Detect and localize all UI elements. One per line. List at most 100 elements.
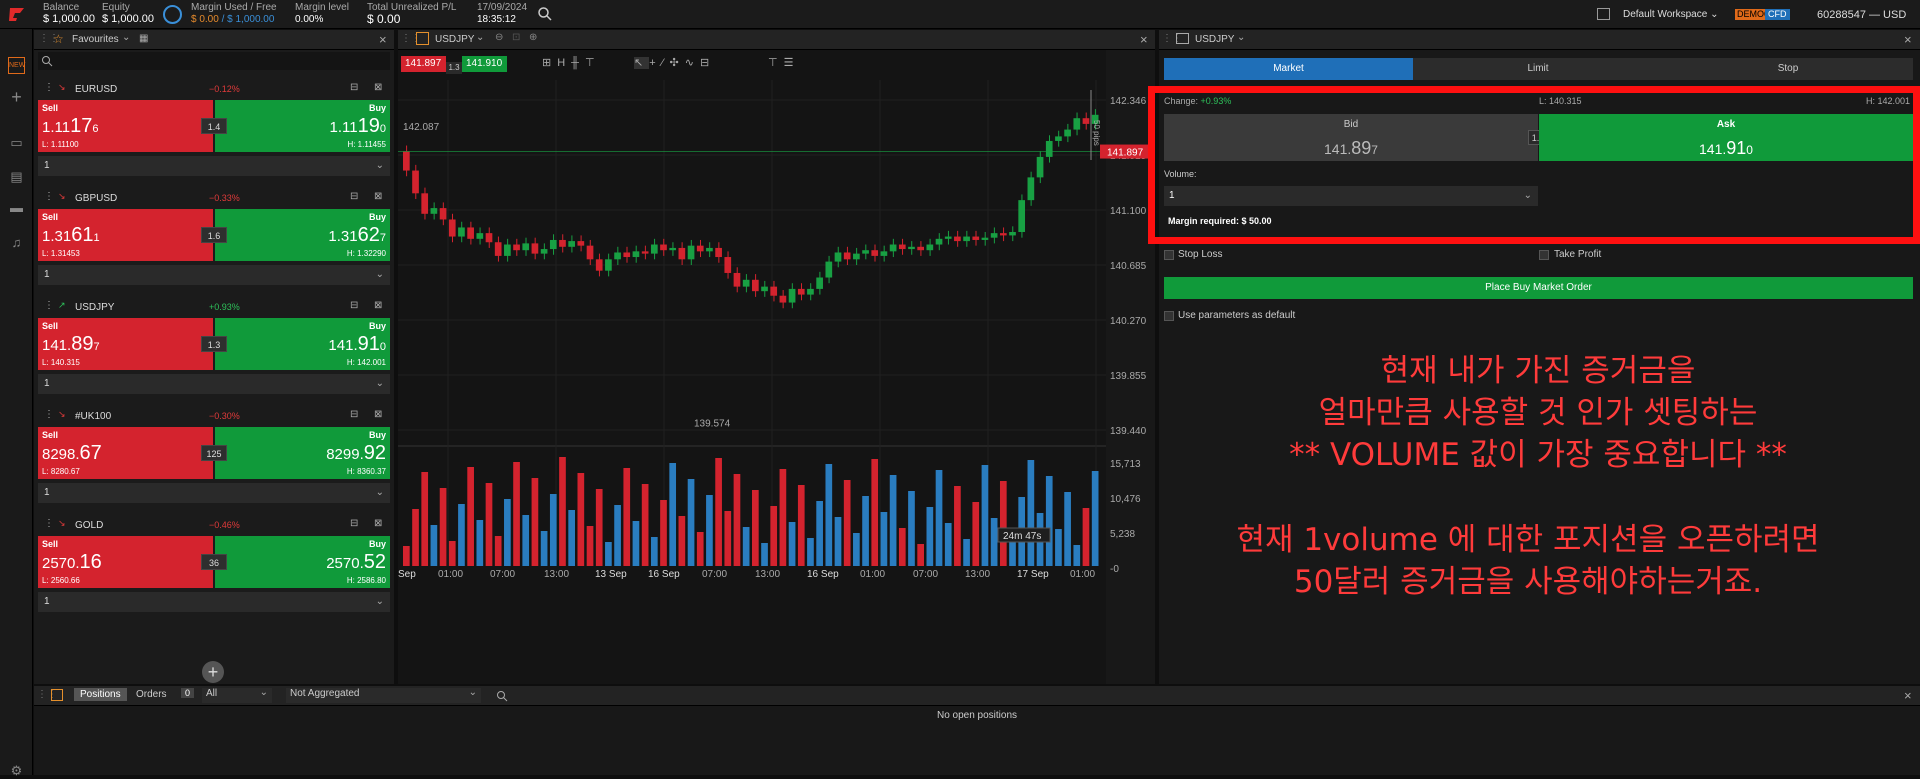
bell-icon[interactable]: ♫ xyxy=(8,234,25,251)
candle xyxy=(954,236,961,242)
chart-icon[interactable]: ⊟ xyxy=(350,518,358,529)
close-icon[interactable]: × xyxy=(1904,688,1912,703)
quantity-select[interactable]: 1 ⌄ xyxy=(38,265,390,285)
candle xyxy=(614,252,621,260)
tab-stop[interactable]: Stop xyxy=(1663,58,1913,80)
symbol-label[interactable]: EURUSD xyxy=(75,84,117,95)
more-options-icon[interactable]: ⋮ xyxy=(44,518,54,529)
sell-label: Sell xyxy=(42,103,59,113)
price-chart[interactable]: 142.346141.515141.100140.685140.270139.8… xyxy=(398,50,1155,684)
quantity-select[interactable]: 1 ⌄ xyxy=(38,483,390,503)
settings-icon[interactable]: ⚙ xyxy=(8,762,25,779)
symbol-label[interactable]: USDJPY xyxy=(75,302,114,313)
candle xyxy=(1027,177,1035,201)
stop-loss-checkbox[interactable] xyxy=(1164,250,1174,260)
take-profit-checkbox[interactable] xyxy=(1539,250,1549,260)
chart-type-icon[interactable] xyxy=(416,32,429,45)
more-options-icon[interactable]: ⋮ xyxy=(44,409,54,420)
watchlist-item[interactable]: ⋮ ↘ #UK100 −0.30% ⊟ ⊠ Sell 8298.67 L: 82… xyxy=(38,407,390,515)
place-order-button[interactable]: Place Buy Market Order xyxy=(1164,277,1913,299)
minimize-icon[interactable]: ⊖ xyxy=(495,32,503,43)
news-icon[interactable]: ▤ xyxy=(8,168,25,185)
chart-icon[interactable]: ⊟ xyxy=(350,409,358,420)
order-symbol[interactable]: USDJPY xyxy=(1195,34,1234,45)
restore-icon[interactable]: ⊡ xyxy=(512,32,520,43)
add-symbol-button[interactable]: + xyxy=(202,661,224,683)
volume-bar xyxy=(476,520,484,566)
tab-limit[interactable]: Limit xyxy=(1413,58,1663,80)
buy-button[interactable]: Buy 1.11190 H: 1.11455 xyxy=(215,100,390,152)
stop-loss-label[interactable]: Stop Loss xyxy=(1178,249,1222,260)
order-icon[interactable]: ⊠ xyxy=(374,82,382,93)
filter-select[interactable]: All ⌄ xyxy=(202,687,272,703)
chevron-down-icon[interactable]: ⌄ xyxy=(122,32,130,43)
chart-symbol[interactable]: USDJPY xyxy=(435,34,474,45)
order-icon[interactable]: ⊠ xyxy=(374,300,382,311)
symbol-label[interactable]: GOLD xyxy=(75,520,103,531)
order-icon[interactable]: ⊠ xyxy=(374,409,382,420)
add-chart-icon[interactable]: ⊕ xyxy=(529,32,537,43)
buy-price-pip: 7 xyxy=(379,232,386,244)
watchlist-item[interactable]: ⋮ ↘ GBPUSD −0.33% ⊟ ⊠ Sell 1.31611 L: 1.… xyxy=(38,189,390,297)
chart-icon[interactable]: ⊟ xyxy=(350,82,358,93)
new-icon[interactable]: NEW xyxy=(8,57,25,74)
buy-button[interactable]: Buy 1.31627 H: 1.32290 xyxy=(215,209,390,261)
grid-view-icon[interactable]: ▦ xyxy=(139,33,148,44)
buy-button[interactable]: Buy 8299.92 H: 8360.37 xyxy=(215,427,390,479)
candle xyxy=(807,288,814,295)
watchlist-search-bar[interactable] xyxy=(38,52,390,70)
quantity-select[interactable]: 1 ⌄ xyxy=(38,374,390,394)
tab-market[interactable]: Market xyxy=(1164,58,1413,80)
watchlist-item[interactable]: ⋮ ↘ EURUSD −0.12% ⊟ ⊠ Sell 1.11176 L: 1.… xyxy=(38,80,390,188)
watchlist-title[interactable]: Favourites xyxy=(72,34,119,45)
volume-bar xyxy=(963,539,970,566)
watchlist-item[interactable]: ⋮ ↗ USDJPY +0.93% ⊟ ⊠ Sell 141.897 L: 14… xyxy=(38,298,390,406)
workspace-selector[interactable]: Default Workspace ⌄ xyxy=(1623,9,1718,20)
order-icon[interactable]: ⊠ xyxy=(374,518,382,529)
high-price: H: 8360.37 xyxy=(346,467,386,476)
quantity-select[interactable]: 1 ⌄ xyxy=(38,592,390,612)
close-icon[interactable]: × xyxy=(1904,32,1912,47)
order-icon[interactable]: ⊠ xyxy=(374,191,382,202)
sell-button[interactable]: Sell 2570.16 L: 2560.66 xyxy=(38,536,213,588)
more-options-icon[interactable]: ⋮ xyxy=(44,300,54,311)
margin-free-value: / $ 1,000.00 xyxy=(221,14,275,25)
workspace-icon[interactable] xyxy=(1597,8,1610,20)
tab-orders[interactable]: Orders xyxy=(136,689,167,700)
more-options-icon[interactable]: ⋮ xyxy=(44,191,54,202)
sell-button[interactable]: Sell 1.11176 L: 1.11100 xyxy=(38,100,213,152)
sell-button[interactable]: Sell 1.31611 L: 1.31453 xyxy=(38,209,213,261)
x-tick-label: 01:00 xyxy=(438,569,463,580)
buy-button[interactable]: Buy 141.910 H: 142.001 xyxy=(215,318,390,370)
chevron-down-icon[interactable]: ⌄ xyxy=(1237,32,1245,43)
take-profit-label[interactable]: Take Profit xyxy=(1554,249,1601,260)
account-selector[interactable]: 60288547 — USD xyxy=(1817,9,1906,21)
app-logo-icon[interactable] xyxy=(8,6,26,22)
use-default-label[interactable]: Use parameters as default xyxy=(1178,310,1295,321)
buy-button[interactable]: Buy 2570.52 H: 2586.80 xyxy=(215,536,390,588)
tab-positions[interactable]: Positions xyxy=(74,688,127,701)
card-icon[interactable]: ▬ xyxy=(8,199,25,216)
x-tick-label: 17 Sep xyxy=(1017,569,1049,580)
aggregation-select[interactable]: Not Aggregated ⌄ xyxy=(286,687,481,703)
chart-icon[interactable]: ⊟ xyxy=(350,191,358,202)
chevron-down-icon[interactable]: ⌄ xyxy=(476,32,484,43)
watchlist-item[interactable]: ⋮ ↘ GOLD −0.46% ⊟ ⊠ Sell 2570.16 L: 2560… xyxy=(38,516,390,624)
candle xyxy=(935,238,943,245)
use-default-checkbox[interactable] xyxy=(1164,311,1174,321)
close-icon[interactable]: × xyxy=(1140,32,1148,47)
more-options-icon[interactable]: ⋮ xyxy=(44,82,54,93)
add-icon[interactable]: + xyxy=(8,88,25,106)
search-icon[interactable] xyxy=(496,690,508,702)
symbol-label[interactable]: GBPUSD xyxy=(75,193,117,204)
symbol-label[interactable]: #UK100 xyxy=(75,411,111,422)
close-icon[interactable]: × xyxy=(379,32,387,47)
sell-button[interactable]: Sell 141.897 L: 140.315 xyxy=(38,318,213,370)
chat-icon[interactable]: ▭ xyxy=(8,134,25,151)
quantity-select[interactable]: 1 ⌄ xyxy=(38,156,390,176)
equity-value: $ 1,000.00 xyxy=(102,13,154,25)
chart-icon[interactable]: ⊟ xyxy=(350,300,358,311)
sell-button[interactable]: Sell 8298.67 L: 8280.67 xyxy=(38,427,213,479)
search-icon[interactable] xyxy=(537,6,553,22)
volume-bar xyxy=(531,478,539,566)
